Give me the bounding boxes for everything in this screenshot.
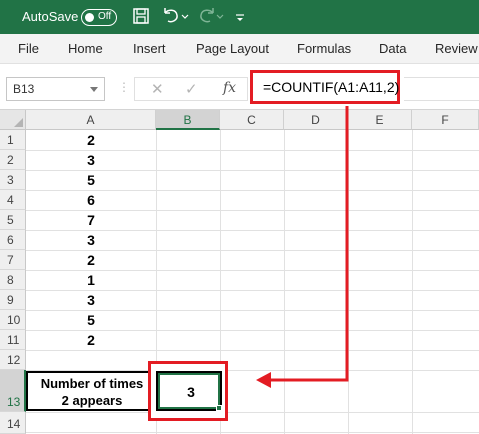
row-header-1[interactable]: 1 xyxy=(0,130,26,150)
active-cell-border: 3 xyxy=(158,373,222,411)
cell-a5[interactable]: 7 xyxy=(26,210,156,230)
toggle-knob xyxy=(85,12,94,22)
row-number: 12 xyxy=(7,353,21,367)
tab-page-layout[interactable]: Page Layout xyxy=(196,41,269,56)
column-header-a[interactable]: A xyxy=(26,110,156,130)
tab-home[interactable]: Home xyxy=(68,41,103,56)
ribbon-tabs: File Home Insert Page Layout Formulas Da… xyxy=(0,34,479,64)
row-header-6[interactable]: 6 xyxy=(0,230,26,250)
row-number: 10 xyxy=(7,313,21,327)
cell-a4[interactable]: 6 xyxy=(26,190,156,210)
gridline xyxy=(26,432,479,433)
cell-a3[interactable]: 5 xyxy=(26,170,156,190)
gridline xyxy=(26,412,479,413)
row-number: 11 xyxy=(7,333,20,347)
gridline xyxy=(26,350,479,351)
save-icon[interactable] xyxy=(132,6,150,31)
a13-label-line2: 2 appears xyxy=(61,393,123,408)
cell-b13[interactable]: 3 xyxy=(156,371,222,411)
column-header-f[interactable]: F xyxy=(412,110,479,130)
tab-formulas[interactable]: Formulas xyxy=(297,41,351,56)
cell-a11[interactable]: 2 xyxy=(26,330,156,350)
cell-a13[interactable]: Number of times 2 appears xyxy=(26,371,156,411)
redo-icon[interactable] xyxy=(196,6,226,31)
row-header-8[interactable]: 8 xyxy=(0,270,26,290)
insert-function-icon[interactable]: fx xyxy=(223,80,236,96)
autosave-toggle[interactable]: Off xyxy=(81,9,117,26)
row-number: 8 xyxy=(7,273,14,287)
row-number: 6 xyxy=(7,233,14,247)
column-header-e[interactable]: E xyxy=(348,110,412,130)
column-header-b[interactable]: B xyxy=(156,110,220,130)
chevron-down-icon[interactable] xyxy=(90,87,98,92)
row-number: 2 xyxy=(7,153,14,167)
drag-handle-icon[interactable]: ⋮ xyxy=(118,80,130,94)
row-header-3[interactable]: 3 xyxy=(0,170,26,190)
enter-check-icon[interactable]: ✓ xyxy=(185,80,198,98)
cell-a6[interactable]: 3 xyxy=(26,230,156,250)
cell-a10[interactable]: 5 xyxy=(26,310,156,330)
autosave-label: AutoSave xyxy=(22,9,79,24)
tab-review[interactable]: Review xyxy=(435,41,478,56)
column-header-d[interactable]: D xyxy=(284,110,348,130)
row-header-5[interactable]: 5 xyxy=(0,210,26,230)
cell-a2[interactable]: 3 xyxy=(26,150,156,170)
formula-text: =COUNTIF(A1:A11,2) xyxy=(263,79,400,95)
cell-a9[interactable]: 3 xyxy=(26,290,156,310)
tab-file[interactable]: File xyxy=(18,41,39,56)
row-header-12[interactable]: 12 xyxy=(0,350,26,370)
row-header-4[interactable]: 4 xyxy=(0,190,26,210)
row-header-7[interactable]: 7 xyxy=(0,250,26,270)
row-number: 3 xyxy=(7,173,14,187)
row-header-14[interactable]: 14 xyxy=(0,412,26,434)
formula-input-background xyxy=(404,77,479,101)
cell-a8[interactable]: 1 xyxy=(26,270,156,290)
cell-a7[interactable]: 2 xyxy=(26,250,156,270)
row-header-13[interactable]: 13 xyxy=(0,370,26,412)
gridline xyxy=(284,130,285,434)
a13-label-line1: Number of times xyxy=(40,376,144,391)
select-all-icon xyxy=(14,118,23,127)
autosave-state: Off xyxy=(98,11,112,22)
row-number: 13 xyxy=(7,395,21,409)
formula-bar: B13 ⋮ ✕ ✓ fx =COUNTIF(A1:A11,2) xyxy=(0,64,479,110)
cell-a1[interactable]: 2 xyxy=(26,130,156,150)
row-header-2[interactable]: 2 xyxy=(0,150,26,170)
row-number: 9 xyxy=(7,293,14,307)
formula-input-highlight[interactable]: =COUNTIF(A1:A11,2) xyxy=(250,70,400,104)
gridline xyxy=(412,130,413,434)
b13-value: 3 xyxy=(187,384,195,400)
row-number: 7 xyxy=(7,253,14,267)
formula-buttons: ✕ ✓ fx xyxy=(134,77,248,101)
customize-toolbar-icon[interactable] xyxy=(234,6,246,31)
worksheet-grid: A B C D E F 1 2 3 4 5 6 7 8 9 10 11 12 1… xyxy=(0,110,479,434)
name-box[interactable]: B13 xyxy=(6,77,105,101)
row-number: 14 xyxy=(7,417,21,431)
column-header-c[interactable]: C xyxy=(220,110,284,130)
tab-data[interactable]: Data xyxy=(379,41,406,56)
row-number: 4 xyxy=(7,193,14,207)
fill-handle[interactable] xyxy=(216,405,222,411)
row-header-9[interactable]: 9 xyxy=(0,290,26,310)
undo-icon[interactable] xyxy=(160,6,190,31)
row-header-10[interactable]: 10 xyxy=(0,310,26,330)
tab-insert[interactable]: Insert xyxy=(133,41,166,56)
result-highlight: 3 xyxy=(148,361,228,421)
row-number: 1 xyxy=(7,133,14,147)
gridline xyxy=(348,130,349,434)
row-header-11[interactable]: 11 xyxy=(0,330,26,350)
excel-window: AutoSave Off File Home Insert Page Layou… xyxy=(0,0,479,434)
name-box-value: B13 xyxy=(13,82,35,96)
row-number: 5 xyxy=(7,213,14,227)
title-bar: AutoSave Off xyxy=(0,0,479,34)
select-all-button[interactable] xyxy=(0,110,26,130)
cancel-icon[interactable]: ✕ xyxy=(151,80,164,98)
